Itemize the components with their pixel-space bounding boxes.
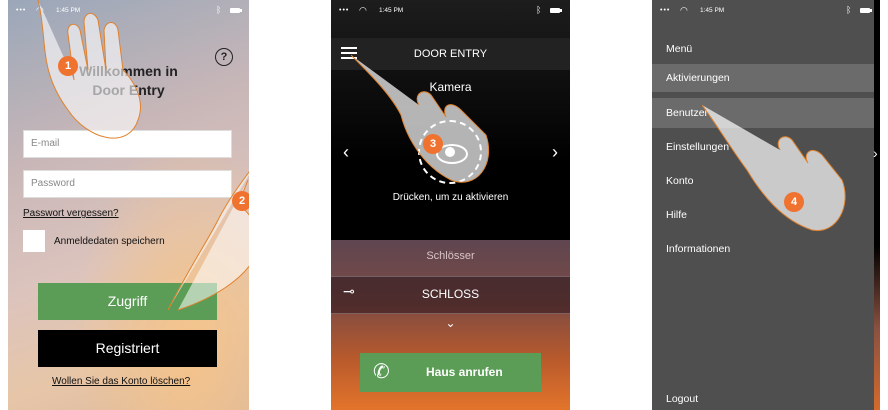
- menu-screen: ••• ◠ 1:45 PM ᛒ Menü Aktivierungen Benut…: [652, 0, 880, 410]
- step-badge: 3: [423, 134, 443, 154]
- forgot-password-link[interactable]: Passwort vergessen?: [23, 208, 119, 219]
- battery-icon: [230, 8, 242, 13]
- login-screen: ••• ◠ 1:45 PM ᛒ ? Willkommen in Door Ent…: [8, 0, 249, 410]
- status-bar: ••• ◠ 1:45 PM ᛒ: [8, 0, 249, 22]
- email-field[interactable]: E-mail: [23, 130, 232, 158]
- locks-title: Schlösser: [426, 250, 475, 262]
- menu-item-account[interactable]: Konto: [652, 171, 874, 191]
- background-peek: [874, 0, 880, 410]
- delete-account-link[interactable]: Wollen Sie das Konto löschen?: [52, 376, 190, 387]
- activate-text: Drücken, um zu aktivieren: [392, 192, 509, 203]
- chevron-right-icon[interactable]: ›: [873, 145, 878, 161]
- status-time: 1:45 PM: [700, 7, 725, 14]
- wifi-icon: ◠: [359, 5, 367, 15]
- menu-item-info[interactable]: Informationen: [652, 239, 874, 259]
- chevron-down-icon[interactable]: ⌄: [331, 316, 570, 330]
- title-line-1: Willkommen in: [79, 63, 178, 79]
- wifi-icon: ◠: [680, 5, 688, 15]
- battery-icon: [550, 8, 562, 13]
- status-time: 1:45 PM: [379, 7, 404, 14]
- register-button[interactable]: Registriert: [38, 330, 217, 367]
- battery-icon: [860, 8, 872, 13]
- menu-item-logout[interactable]: Logout: [652, 390, 874, 408]
- bluetooth-icon: ᛒ: [216, 5, 222, 15]
- page-title: Willkommen in Door Entry: [8, 62, 249, 100]
- camera-label: Kamera: [429, 80, 472, 94]
- menu-item-activations[interactable]: Aktivierungen: [652, 64, 874, 92]
- bluetooth-icon: ᛒ: [846, 5, 852, 15]
- status-time: 1:45 PM: [56, 7, 81, 14]
- menu-item-help[interactable]: Hilfe: [652, 205, 874, 225]
- phone-icon: ✆: [373, 361, 390, 383]
- step-badge: 4: [784, 192, 804, 212]
- wifi-icon: ◠: [36, 5, 44, 15]
- status-bar: ••• ◠ 1:45 PM ᛒ: [331, 0, 570, 22]
- chevron-left-icon[interactable]: ‹: [343, 142, 349, 163]
- password-field[interactable]: Password: [23, 170, 232, 198]
- signal-icon: •••: [16, 7, 27, 14]
- step-badge: 2: [232, 191, 249, 211]
- door-entry-screen: ••• ◠ 1:45 PM ᛒ DOOR ENTRY Kamera ‹ › Dr…: [331, 0, 570, 410]
- bluetooth-icon: ᛒ: [536, 5, 542, 15]
- menu-header: Menü: [666, 43, 693, 55]
- remember-label: Anmeldedaten speichern: [54, 236, 165, 247]
- step-badge: 1: [58, 56, 78, 76]
- signal-icon: •••: [339, 7, 350, 14]
- signal-icon: •••: [660, 7, 671, 14]
- page-title: DOOR ENTRY: [413, 48, 488, 60]
- menu-item-settings[interactable]: Einstellungen: [652, 137, 874, 157]
- remember-checkbox[interactable]: [23, 230, 45, 252]
- title-line-2: Door Entry: [92, 82, 165, 98]
- chevron-right-icon[interactable]: ›: [552, 142, 558, 163]
- login-button[interactable]: Zugriff: [38, 283, 217, 320]
- menu-item-users[interactable]: Benutzer: [652, 98, 874, 128]
- status-bar: ••• ◠ 1:45 PM ᛒ: [652, 0, 880, 22]
- lock-name: SCHLOSS: [421, 287, 480, 301]
